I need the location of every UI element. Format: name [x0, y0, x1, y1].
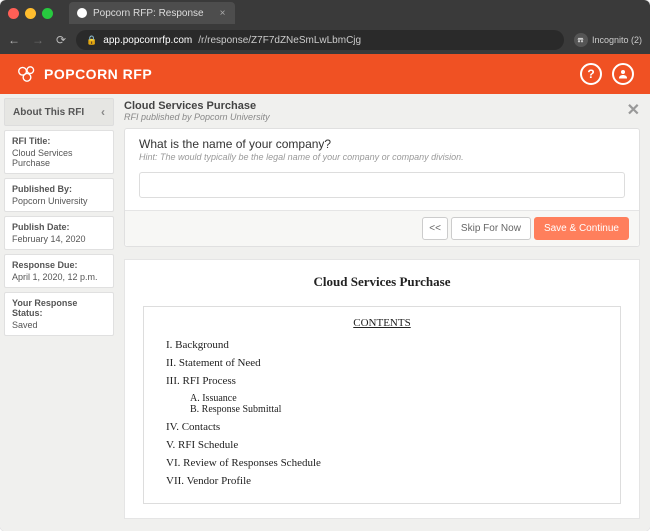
toc-item: V. RFI Schedule: [166, 439, 604, 451]
incognito-label: Incognito (2): [592, 35, 642, 45]
sidebar-info-block: Published By: Popcorn University: [4, 178, 114, 212]
sidebar-info-block: RFI Title: Cloud Services Purchase: [4, 130, 114, 174]
sidebar-title: About This RFI: [13, 107, 84, 118]
document-preview: Cloud Services Purchase CONTENTS I. Back…: [124, 259, 640, 519]
company-name-input[interactable]: [139, 172, 625, 198]
favicon-icon: [77, 8, 87, 18]
sidebar-header[interactable]: About This RFI ‹: [4, 98, 114, 126]
toc-item: VII. Vendor Profile: [166, 475, 604, 487]
prev-button[interactable]: <<: [422, 217, 448, 240]
sidebar-info-label: Publish Date:: [12, 222, 106, 232]
app-header: POPCORN RFP ?: [0, 54, 650, 94]
chevron-left-icon: ‹: [101, 105, 105, 119]
user-menu-button[interactable]: [612, 63, 634, 85]
toc-item: IV. Contacts: [166, 421, 604, 433]
incognito-icon: [574, 33, 588, 47]
sidebar-info-value: Saved: [12, 320, 106, 330]
sidebar-info-block: Publish Date: February 14, 2020: [4, 216, 114, 250]
sidebar-info-value: Cloud Services Purchase: [12, 148, 106, 168]
sidebar-info-label: RFI Title:: [12, 136, 106, 146]
toc-item: II. Statement of Need: [166, 357, 604, 369]
url-host: app.popcornrfp.com: [103, 35, 192, 46]
question-footer: << Skip For Now Save & Continue: [125, 210, 639, 246]
page-subtitle: RFI published by Popcorn University: [124, 112, 270, 122]
help-button[interactable]: ?: [580, 63, 602, 85]
close-icon[interactable]: ✕: [627, 100, 640, 120]
save-continue-button[interactable]: Save & Continue: [534, 217, 629, 240]
nav-back-icon[interactable]: ←: [8, 33, 20, 47]
window-minimize-icon[interactable]: [25, 8, 36, 19]
url-path: /r/response/Z7F7dZNeSmLwLbmCjg: [198, 35, 361, 46]
sidebar-info-value: February 14, 2020: [12, 234, 106, 244]
toc-item: III. RFI Process: [166, 375, 604, 387]
sidebar-info-block: Response Due: April 1, 2020, 12 p.m.: [4, 254, 114, 288]
browser-window: Popcorn RFP: Response × ← → ⟳ 🔒 app.popc…: [0, 0, 650, 531]
brand-logo-icon: [16, 63, 38, 85]
main-panel: Cloud Services Purchase RFI published by…: [118, 94, 650, 531]
nav-forward-icon[interactable]: →: [32, 33, 44, 47]
document-title: Cloud Services Purchase: [143, 274, 621, 290]
browser-tab[interactable]: Popcorn RFP: Response ×: [69, 2, 235, 24]
sidebar-info-label: Response Due:: [12, 260, 106, 270]
user-icon: [617, 68, 629, 80]
window-maximize-icon[interactable]: [42, 8, 53, 19]
titlebar: Popcorn RFP: Response ×: [0, 0, 650, 26]
sidebar-info-label: Your Response Status:: [12, 298, 106, 318]
sidebar-info-value: Popcorn University: [12, 196, 106, 206]
sidebar-info-value: April 1, 2020, 12 p.m.: [12, 272, 106, 282]
toc-item: I. Background: [166, 339, 604, 351]
content-area: About This RFI ‹ RFI Title: Cloud Service…: [0, 94, 650, 531]
tab-close-icon[interactable]: ×: [220, 8, 226, 19]
toc-heading: CONTENTS: [160, 317, 604, 329]
sidebar-info-block: Your Response Status: Saved: [4, 292, 114, 336]
toc-subitem: A. Issuance: [190, 393, 604, 404]
page-title: Cloud Services Purchase: [124, 100, 270, 112]
lock-icon: 🔒: [86, 35, 97, 46]
skip-button[interactable]: Skip For Now: [451, 217, 531, 240]
question-panel: What is the name of your company? Hint: …: [124, 128, 640, 247]
incognito-indicator: Incognito (2): [574, 33, 642, 47]
brand-text: POPCORN RFP: [44, 66, 152, 82]
brand[interactable]: POPCORN RFP: [16, 63, 152, 85]
toc-subitem: B. Response Submittal: [190, 404, 604, 415]
nav-reload-icon[interactable]: ⟳: [56, 33, 66, 47]
sidebar-info-label: Published By:: [12, 184, 106, 194]
url-bar[interactable]: 🔒 app.popcornrfp.com /r/response/Z7F7dZN…: [76, 30, 564, 50]
address-bar: ← → ⟳ 🔒 app.popcornrfp.com /r/response/Z…: [0, 26, 650, 54]
toc-item: VI. Review of Responses Schedule: [166, 457, 604, 469]
sidebar: About This RFI ‹ RFI Title: Cloud Service…: [0, 94, 118, 531]
window-close-icon[interactable]: [8, 8, 19, 19]
question-hint: Hint: The would typically be the legal n…: [139, 152, 625, 162]
table-of-contents: CONTENTS I. Background II. Statement of N…: [143, 306, 621, 504]
question-title: What is the name of your company?: [139, 137, 625, 151]
tab-title: Popcorn RFP: Response: [93, 8, 204, 19]
